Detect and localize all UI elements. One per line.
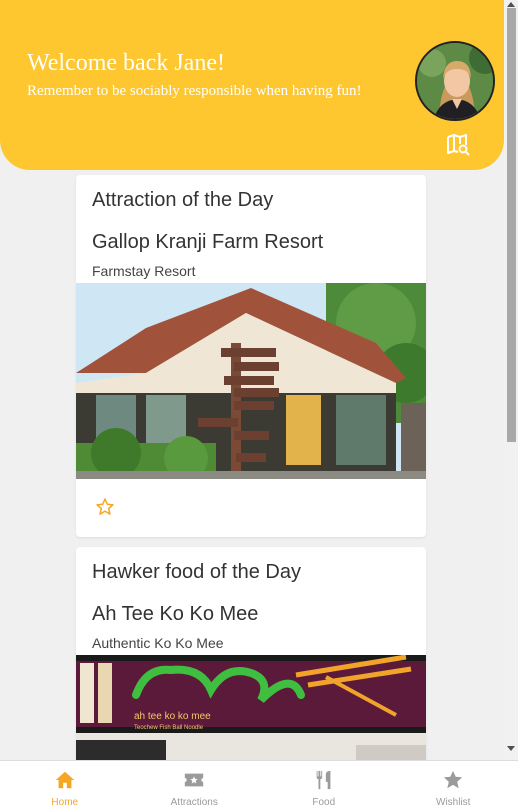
attraction-type: Farmstay Resort bbox=[92, 263, 196, 279]
nav-food-label: Food bbox=[312, 797, 336, 808]
food-name: Ah Tee Ko Ko Mee bbox=[92, 603, 259, 625]
ticket-icon bbox=[185, 773, 204, 787]
hawker-food-of-the-day-card[interactable]: Hawker food of the Day Ah Tee Ko Ko Mee … bbox=[76, 547, 426, 777]
card-title: Attraction of the Day bbox=[92, 189, 274, 211]
welcome-title: Welcome back Jane! bbox=[27, 50, 225, 76]
avatar-photo bbox=[417, 43, 493, 119]
food-type: Authentic Ko Ko Mee bbox=[92, 635, 224, 651]
card-title: Hawker food of the Day bbox=[92, 561, 301, 583]
scrollbar-thumb[interactable] bbox=[507, 8, 516, 442]
nav-wishlist[interactable]: Wishlist bbox=[389, 761, 518, 810]
scroll-down-arrow[interactable] bbox=[507, 746, 515, 751]
nav-home-label: Home bbox=[51, 797, 79, 808]
attraction-name: Gallop Kranji Farm Resort bbox=[92, 231, 324, 253]
nav-food[interactable]: Food bbox=[259, 761, 389, 810]
star-icon bbox=[444, 770, 463, 789]
welcome-subtitle: Remember to be sociably responsible when… bbox=[27, 83, 362, 99]
welcome-header: Welcome back Jane! Remember to be sociab… bbox=[0, 0, 504, 170]
nav-attractions[interactable]: Attractions bbox=[130, 761, 260, 810]
map-search-icon[interactable] bbox=[446, 133, 470, 157]
bottom-navigation: Home Attractions Food Wishlist bbox=[0, 760, 518, 810]
scrollbar[interactable] bbox=[504, 0, 518, 760]
utensils-icon bbox=[316, 770, 331, 790]
attraction-of-the-day-card[interactable]: Attraction of the Day Gallop Kranji Farm… bbox=[76, 175, 426, 537]
avatar[interactable] bbox=[415, 41, 495, 121]
food-image: ah tee ko ko mee Teochew Fish Ball Noodl… bbox=[76, 655, 426, 777]
favorite-star-icon[interactable] bbox=[95, 497, 115, 517]
nav-home[interactable]: Home bbox=[0, 761, 130, 810]
home-icon bbox=[55, 771, 74, 789]
nav-attractions-label: Attractions bbox=[170, 797, 218, 808]
food-sign-subtext: Teochew Fish Ball Noodle bbox=[134, 725, 204, 731]
attraction-image bbox=[76, 283, 426, 479]
food-sign-text: ah tee ko ko mee bbox=[134, 711, 211, 722]
scroll-up-arrow[interactable] bbox=[507, 2, 515, 7]
nav-wishlist-label: Wishlist bbox=[436, 797, 471, 808]
